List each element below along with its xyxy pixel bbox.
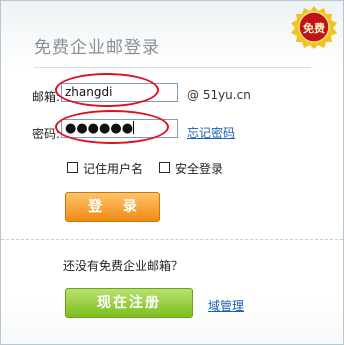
register-button[interactable]: 现在注册: [65, 288, 193, 318]
password-value: ●●●●●●: [65, 121, 134, 136]
secure-login-label: 安全登录: [175, 162, 224, 176]
text-caret: [133, 121, 135, 134]
domain-suffix: @ 51yu.cn: [187, 88, 251, 102]
title-divider: [34, 67, 311, 68]
domain-admin-link[interactable]: 域管理: [208, 297, 244, 314]
remember-username-checkbox[interactable]: [67, 162, 78, 173]
forgot-password-link[interactable]: 忘记密码: [187, 124, 235, 141]
secure-login-checkbox[interactable]: [159, 162, 170, 173]
login-button[interactable]: 登 录: [65, 192, 160, 222]
email-field[interactable]: zhangdi: [61, 83, 178, 102]
register-question: 还没有免费企业邮箱？: [63, 259, 184, 273]
password-field[interactable]: ●●●●●●: [61, 119, 178, 138]
section-divider: [1, 239, 343, 240]
password-label: 密码:: [32, 127, 61, 141]
email-value: zhangdi: [65, 85, 113, 99]
remember-username-label: 记住用户名: [83, 162, 144, 176]
login-panel: 免费企业邮登录 免费 邮箱: zhangdi @ 51yu.cn 密码: ●●●…: [0, 0, 344, 345]
badge-label: 免费: [303, 22, 325, 35]
page-title: 免费企业邮登录: [34, 38, 160, 58]
email-label: 邮箱:: [32, 90, 61, 104]
free-badge: 免费: [289, 5, 339, 49]
